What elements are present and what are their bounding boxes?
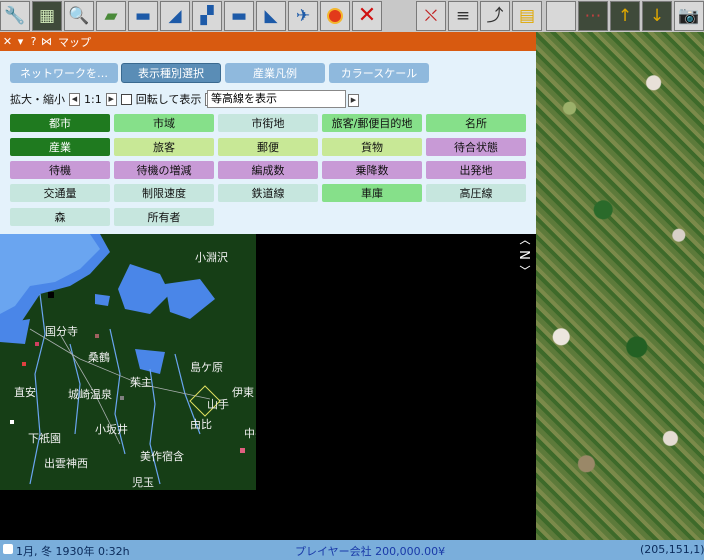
zoom-value: 1:1 [84,92,102,106]
city-label: 美作宿含 [140,450,184,463]
city-label: 出雲神西 [44,457,88,470]
rotate-label: 回転して表示 [135,93,202,106]
slope-down-icon[interactable]: ↓ [642,1,672,31]
city-label: 茱主 [130,376,152,389]
settings-icon[interactable]: 🔧 [0,1,30,31]
snow-weather-icon [3,544,13,554]
special-tool-icon[interactable] [320,1,350,31]
city-label: 小坂井 [95,423,128,436]
layer-convoy-count[interactable]: 編成数 [218,161,318,179]
layer-freight[interactable]: 貨物 [322,138,422,156]
status-coordinates: (205,151,1) [640,543,704,556]
city-label: 国分寺 [45,325,78,338]
status-company[interactable]: プレイヤー会社 200,000.00¥ [295,543,445,559]
north-indicator-icon: N [518,240,531,270]
city-label: 中井侍 [244,427,256,440]
layer-next-icon[interactable]: ▶ [348,94,359,107]
help-icon[interactable]: ? [28,34,39,49]
layer-waiting-status[interactable]: 待合状態 [426,138,526,156]
layer-traffic[interactable]: 交通量 [10,184,110,202]
zoom-label: 拡大・縮小 [10,93,65,106]
search-icon[interactable]: 🔍 [64,1,94,31]
layer-city-limits[interactable]: 市域 [114,114,214,132]
layer-origin[interactable]: 出発地 [426,161,526,179]
list-icon[interactable]: ≡ [448,1,478,31]
layer-owner[interactable]: 所有者 [114,208,214,226]
color-scale-button[interactable]: カラースケール [329,63,429,83]
layer-urban-area[interactable]: 市街地 [218,114,318,132]
layer-railway[interactable]: 鉄道線 [218,184,318,202]
layer-attractions[interactable]: 名所 [426,114,526,132]
city-label: 児玉 [132,476,154,489]
airport-tool-icon[interactable]: ✈ [288,1,318,31]
layer-waiting-change[interactable]: 待機の増減 [114,161,214,179]
layer-select[interactable]: 等高線を表示 [207,90,346,108]
remove-tool-icon[interactable]: ✕ [352,1,382,31]
tram-tool-icon[interactable]: ▞ [192,1,222,31]
city-label: 城崎温泉 [68,388,112,401]
map-window: ✕ ▾ ? ⋈ マップ ネットワークを… 表示種別選択 産業凡例 カラースケール… [0,32,536,540]
zoom-increase-icon[interactable]: ▶ [105,92,117,106]
truck-tool-icon[interactable]: ▬ [224,1,254,31]
city-label: 山手 [207,398,229,411]
zoom-row: 拡大・縮小 ◀ 1:1 ▶ 回転して表示 ◀ [10,89,217,109]
terrain-tool-icon[interactable]: ▰ [96,1,126,31]
city-label: 伊東 [232,386,254,399]
blank-tool-icon[interactable] [546,1,576,31]
display-type-button[interactable]: 表示種別選択 [121,63,221,83]
layer-mail[interactable]: 郵便 [218,138,318,156]
pin-icon[interactable]: ⋈ [41,34,52,49]
window-title: マップ [58,35,91,49]
layer-destinations[interactable]: 旅客/郵便目的地 [322,114,422,132]
svg-text:N: N [518,250,531,260]
network-button[interactable]: ネットワークを… [10,63,118,83]
layer-depot[interactable]: 車庫 [322,184,422,202]
minimap-view[interactable]: 小淵沢 国分寺 桑鶴 島ケ原 茱主 伊東 直安 城崎温泉 山手 由比 小坂井 下… [0,234,256,490]
finance-icon[interactable]: ⤴ [480,1,510,31]
chart-icon[interactable]: ▤ [512,1,542,31]
layer-city[interactable]: 都市 [10,114,110,132]
ship-tool-icon[interactable]: ◣ [256,1,286,31]
layer-waiting[interactable]: 待機 [10,161,110,179]
rail-tool-icon[interactable]: ▬ [128,1,158,31]
slope-up-icon[interactable]: ↑ [610,1,640,31]
layer-forest[interactable]: 森 [10,208,110,226]
minimap-icon[interactable]: ▦ [32,1,62,31]
line-management-icon[interactable]: ⛌ [416,1,446,31]
layer-speed-limit[interactable]: 制限速度 [114,184,214,202]
rotate-checkbox[interactable] [120,93,132,105]
city-label: 島ケ原 [190,361,223,374]
collapse-icon[interactable]: ▾ [15,34,26,49]
layer-industry[interactable]: 産業 [10,138,110,156]
city-label: 小淵沢 [195,251,228,264]
city-label: 桑鶴 [88,351,110,364]
screenshot-icon[interactable]: 📷 [674,1,704,31]
map-options-panel: ネットワークを… 表示種別選択 産業凡例 カラースケール 拡大・縮小 ◀ 1:1… [0,51,536,234]
city-label: 由比 [190,418,212,431]
special-dot-icon [327,8,343,24]
status-bar: 1月, 冬 1930年 0:32h プレイヤー会社 200,000.00¥ (2… [0,540,704,560]
zoom-decrease-icon[interactable]: ◀ [69,92,80,106]
close-icon[interactable]: ✕ [2,34,13,49]
signal-icon[interactable]: ⋯ [578,1,608,31]
status-date: 1月, 冬 1930年 0:32h [16,545,130,558]
industry-legend-button[interactable]: 産業凡例 [225,63,325,83]
map-window-titlebar[interactable]: ✕ ▾ ? ⋈ マップ [0,32,536,51]
layer-powerline[interactable]: 高圧線 [426,184,526,202]
layer-boardings[interactable]: 乗降数 [322,161,422,179]
city-label: 下祇園 [28,432,61,445]
main-toolbar: 🔧 ▦ 🔍 ▰ ▬ ◢ ▞ ▬ ◣ ✈ ✕ ⛌ ≡ ⤴ ▤ ⋯ ↑ ↓ 📷 [0,0,704,33]
road-tool-icon[interactable]: ◢ [160,1,190,31]
game-world-view[interactable] [536,32,704,540]
city-label: 直安 [14,386,36,399]
layer-passengers[interactable]: 旅客 [114,138,214,156]
